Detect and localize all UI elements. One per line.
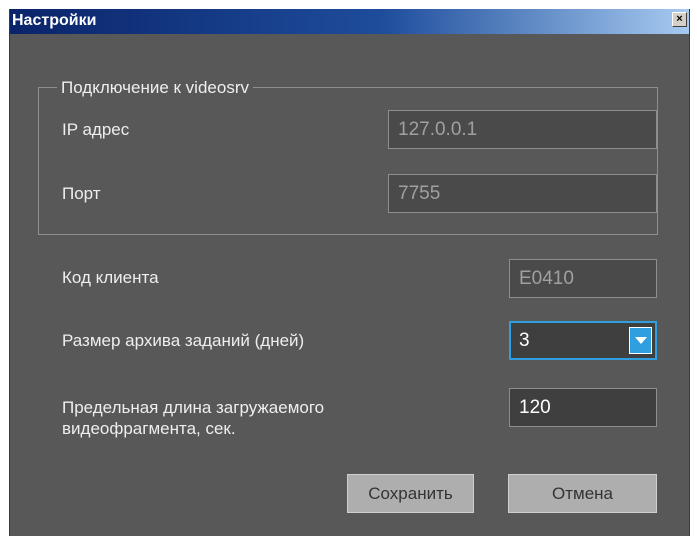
- max-fragment-label-line1: Предельная длина загружаемого: [62, 398, 325, 417]
- client-code-field[interactable]: E0410: [509, 259, 657, 298]
- chevron-down-icon[interactable]: [629, 327, 652, 354]
- max-fragment-field[interactable]: 120: [509, 388, 657, 427]
- port-field[interactable]: 7755: [388, 174, 657, 213]
- port-label: Порт: [62, 184, 101, 203]
- ip-address-label: IP адрес: [62, 120, 130, 139]
- ip-address-field[interactable]: 127.0.0.1: [388, 110, 657, 149]
- cancel-button[interactable]: Отмена: [508, 474, 657, 513]
- max-fragment-label-line2: видеофрагмента, сек.: [62, 419, 236, 438]
- client-code-label: Код клиента: [62, 268, 159, 287]
- archive-size-select[interactable]: 3: [509, 321, 657, 360]
- title-bar[interactable]: Настройки ×: [10, 9, 689, 34]
- window-title: Настройки: [12, 12, 97, 29]
- connection-group-title: Подключение к videosrv: [57, 78, 253, 98]
- archive-size-label: Размер архива заданий (дней): [62, 331, 305, 350]
- close-button[interactable]: ×: [672, 12, 687, 27]
- settings-dialog: Настройки × Подключение к videosrv IP ад…: [9, 9, 690, 536]
- close-icon: ×: [676, 13, 683, 25]
- save-button[interactable]: Сохранить: [347, 474, 474, 513]
- archive-size-value: 3: [519, 330, 530, 351]
